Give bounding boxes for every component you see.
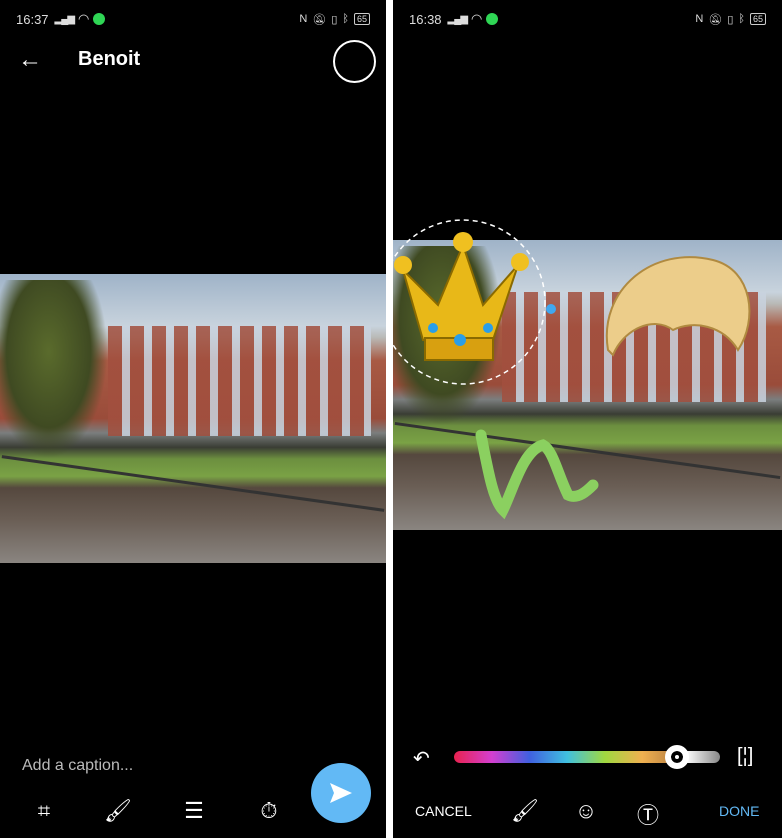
mute-icon: 🔕︎ (312, 13, 327, 26)
mute-icon: 🔕︎ (708, 13, 723, 26)
photo-preview (0, 274, 386, 563)
back-arrow-icon[interactable]: ← (18, 46, 42, 74)
battery-icon: 65 (353, 13, 370, 25)
brush-icon[interactable]: 🖌︎ (511, 798, 539, 824)
signal-icon: ▂▄▆ (54, 13, 75, 25)
nfc-icon: N (299, 13, 308, 25)
hair-sticker[interactable] (605, 256, 751, 357)
timer-icon[interactable]: ⏱︎ (255, 798, 283, 824)
send-button[interactable] (311, 763, 371, 823)
wifi-icon: ◠ (78, 11, 90, 26)
bluetooth-icon: ᛒ (738, 13, 745, 25)
vibrate-icon: ▯ (331, 13, 338, 26)
nfc-icon: N (695, 13, 704, 25)
select-circle-button[interactable] (333, 40, 376, 83)
undo-icon[interactable]: ↶ (413, 746, 430, 771)
color-slider-knob[interactable] (665, 745, 690, 769)
mirror-icon[interactable]: [¦] (737, 745, 753, 768)
crop-icon[interactable]: ⌗ (30, 798, 58, 824)
brush-icon[interactable]: 🖌︎ (104, 798, 132, 824)
vibrate-icon: ▯ (727, 13, 734, 26)
signal-icon: ▂▄▆ (447, 13, 468, 25)
photo-send-screen: 16:37 ▂▄▆ ◠ N 🔕︎ ▯ ᛒ 65 ← Benoit Add a capti… (0, 0, 386, 838)
status-time: 16:38 (409, 11, 442, 27)
photo-editor-screen: 16:38 ▂▄▆ ◠ N 🔕︎ ▯ ᛒ 65 ↶ [¦] CANCEL 🖌︎ ☺ Ⓣ … (393, 0, 782, 838)
wifi-icon: ◠ (471, 11, 483, 26)
chat-title: Benoit (78, 48, 141, 70)
whatsapp-icon (93, 13, 106, 25)
rotate-handle[interactable] (546, 304, 556, 314)
crown-sticker[interactable] (394, 232, 529, 361)
status-bar: 16:37 ▂▄▆ ◠ N 🔕︎ ▯ ᛒ 65 (16, 10, 370, 28)
adjust-icon[interactable]: ☰ (180, 798, 208, 824)
status-bar: 16:38 ▂▄▆ ◠ N 🔕︎ ▯ ᛒ 65 (409, 10, 766, 28)
cancel-button[interactable]: CANCEL (415, 803, 472, 819)
bluetooth-icon: ᛒ (342, 13, 349, 25)
battery-icon: 65 (749, 13, 766, 25)
send-icon (330, 783, 352, 803)
done-button[interactable]: DONE (719, 803, 759, 819)
status-time: 16:37 (16, 11, 49, 27)
text-icon[interactable]: Ⓣ (634, 798, 662, 830)
green-drawing-stroke (475, 429, 599, 520)
whatsapp-icon (486, 13, 499, 25)
caption-input[interactable]: Add a caption... (22, 757, 133, 775)
sticker-icon[interactable]: ☺ (572, 798, 600, 824)
drawing-layer[interactable] (393, 210, 782, 530)
color-slider[interactable] (454, 745, 720, 769)
